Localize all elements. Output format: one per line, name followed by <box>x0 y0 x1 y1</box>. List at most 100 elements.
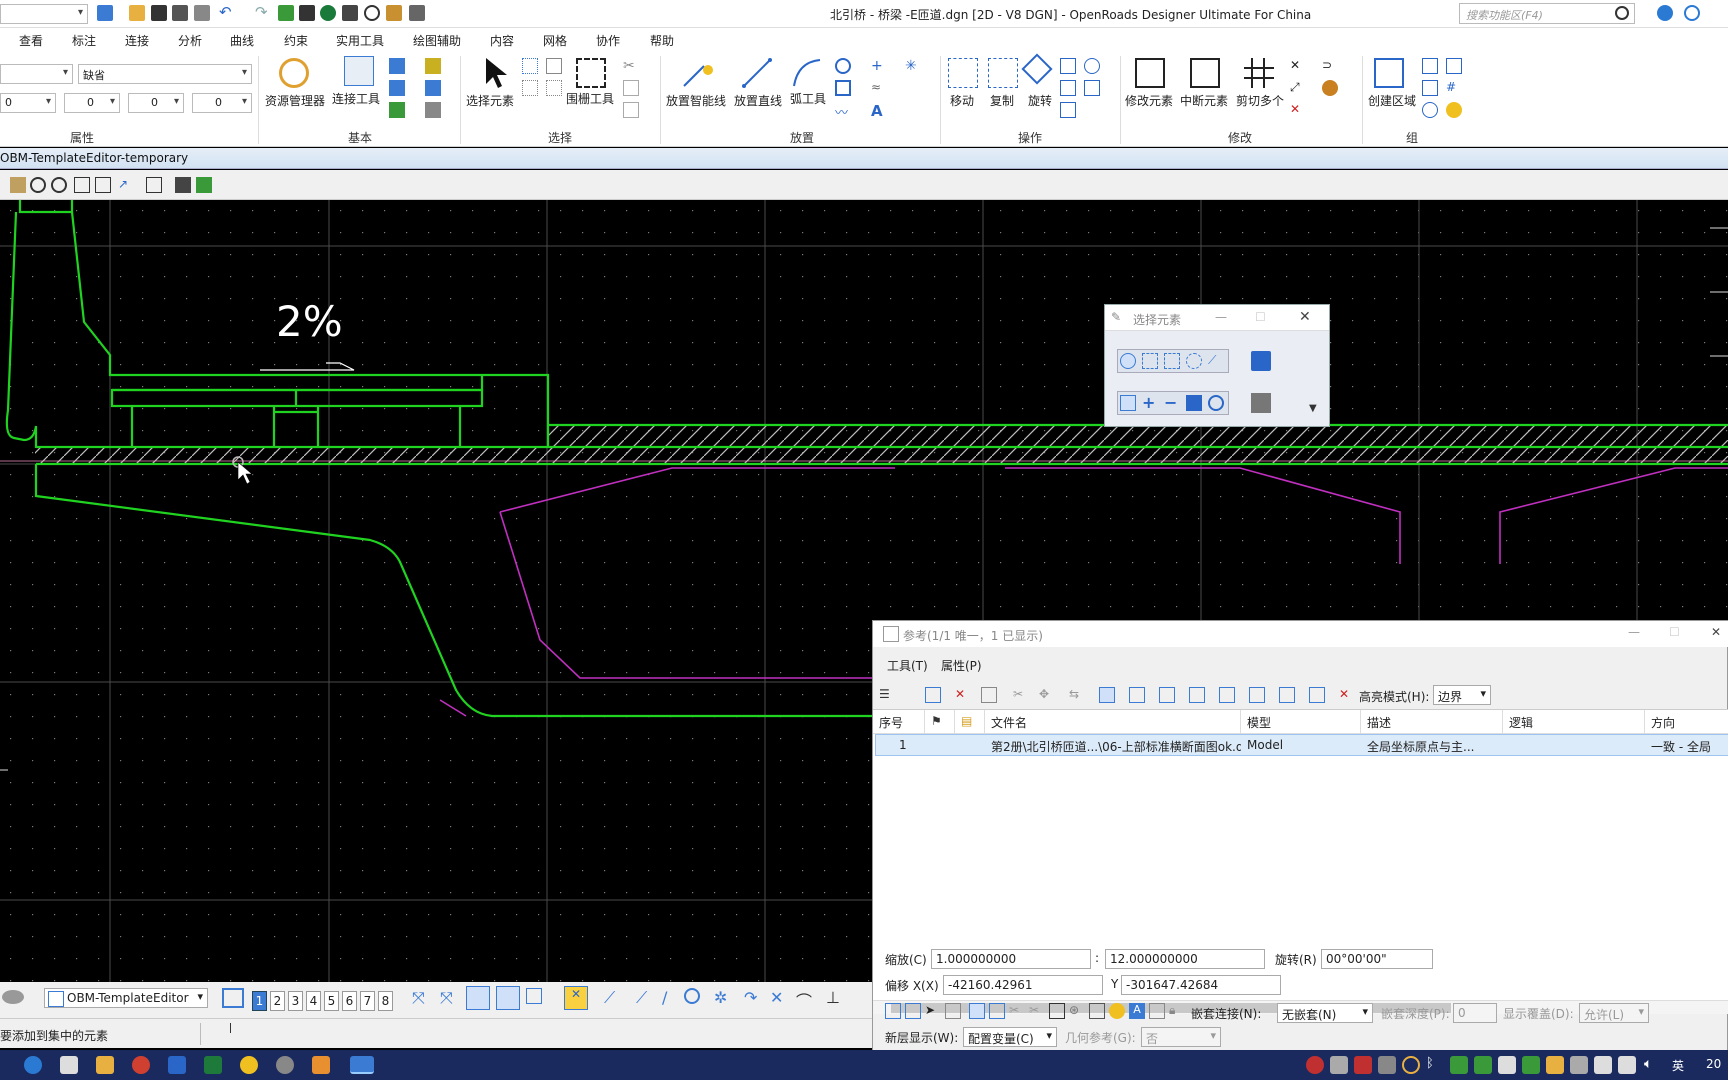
array-icon[interactable] <box>1084 58 1100 74</box>
menu-properties[interactable]: 属性(P) <box>941 657 982 674</box>
select-individual-icon[interactable] <box>1120 353 1136 369</box>
tray-app-icon[interactable] <box>1618 1056 1636 1074</box>
copy-icon[interactable] <box>988 58 1018 88</box>
multiline-icon[interactable]: ≈ <box>871 80 887 96</box>
view-groups-icon[interactable] <box>222 988 244 1008</box>
rotate-reference-icon[interactable] <box>1129 687 1145 703</box>
linestyle-combo[interactable]: 0 <box>192 93 252 113</box>
midpoint-snap-icon[interactable] <box>496 986 520 1010</box>
ime-indicator[interactable]: 英 <box>1672 1057 1684 1074</box>
delete-clip-icon[interactable]: ✕ <box>1339 687 1355 703</box>
view-button-8[interactable]: 8 <box>378 991 393 1011</box>
scale-ref-input[interactable]: 12.000000000 <box>1105 949 1265 969</box>
minimize-icon[interactable]: — <box>1215 310 1231 326</box>
ie-icon[interactable] <box>240 1056 258 1074</box>
apparent-intersection-snap-icon[interactable]: ⊥ <box>826 988 842 1007</box>
level-display-toggle-icon[interactable] <box>1049 1003 1065 1019</box>
list-view-icon[interactable]: ☰ <box>879 687 895 703</box>
close-icon[interactable]: ✕ <box>1299 309 1315 325</box>
chamfer-icon[interactable] <box>1322 80 1338 96</box>
clear-selection-icon[interactable] <box>1251 351 1271 371</box>
explorer-button[interactable]: 资源管理器 <box>265 92 325 109</box>
padlock-icon[interactable]: 🔒︎ <box>1169 1003 1185 1019</box>
lock-select-icon[interactable] <box>546 58 562 74</box>
polyline-icon[interactable]: 〰 <box>835 102 851 121</box>
tab-view[interactable]: 查看 <box>19 32 43 49</box>
view-rotate-icon[interactable] <box>196 177 212 193</box>
chrome-icon[interactable] <box>132 1056 150 1074</box>
move-button[interactable]: 移动 <box>950 92 974 109</box>
attach-tools-icon[interactable] <box>344 56 374 86</box>
arc-tool-icon[interactable] <box>790 56 826 90</box>
print-toggle-icon[interactable] <box>1089 1003 1105 1019</box>
bulb-icon[interactable] <box>1446 102 1462 118</box>
paste-icon[interactable] <box>623 102 639 118</box>
tray-app-icon[interactable] <box>1378 1056 1396 1074</box>
file-explorer-icon[interactable] <box>96 1056 114 1074</box>
search-icon[interactable] <box>1615 6 1629 20</box>
stretch-icon[interactable] <box>1084 80 1100 96</box>
copy-clipboard-icon[interactable] <box>623 80 639 96</box>
scale-icon[interactable] <box>1060 58 1076 74</box>
notifications-icon[interactable] <box>1657 5 1673 21</box>
raster-display-icon[interactable]: ✂ <box>1009 1003 1025 1019</box>
mode-new-icon[interactable] <box>1120 395 1136 411</box>
true-scale-icon[interactable] <box>989 1003 1005 1019</box>
display-toggle-icon[interactable] <box>885 1003 901 1019</box>
fillet-icon[interactable]: ⊃ <box>1322 58 1338 74</box>
model-icon[interactable] <box>389 102 405 118</box>
bisector-snap-icon[interactable]: ↷ <box>744 988 760 1007</box>
view-button-7[interactable]: 7 <box>360 991 375 1011</box>
mode-add-icon[interactable]: + <box>1142 393 1158 412</box>
move-icon[interactable] <box>948 58 978 88</box>
column-header-index[interactable]: 序号 <box>873 710 925 734</box>
tray-app-icon[interactable] <box>1306 1056 1324 1074</box>
fence-tool-button[interactable]: 围栅工具 <box>566 90 614 107</box>
mode-invert-icon[interactable] <box>1186 395 1202 411</box>
arc-tool-button[interactable]: 弧工具 <box>790 90 826 107</box>
modify-element-button[interactable]: 修改元素 <box>1125 92 1173 109</box>
mirror-icon[interactable] <box>1060 80 1076 96</box>
select-block-icon[interactable] <box>1142 353 1158 369</box>
maximize-icon[interactable]: ☐ <box>1255 310 1271 326</box>
view-button-1[interactable]: 1 <box>252 991 267 1011</box>
column-header-flag[interactable]: ⚑ <box>925 710 955 734</box>
cell-icon[interactable]: ✳ <box>905 58 921 74</box>
expand-dialog-icon[interactable]: ▼ <box>1309 403 1325 419</box>
mode-clear-icon[interactable] <box>1208 395 1224 411</box>
invert-selection-icon[interactable] <box>546 80 562 96</box>
clip-mask-icon[interactable] <box>1249 687 1265 703</box>
origin-snap-icon[interactable]: ✲ <box>714 988 730 1007</box>
point-icon[interactable]: + <box>871 58 887 74</box>
close-icon[interactable]: ✕ <box>1711 625 1727 641</box>
tangent-snap-icon[interactable]: ⟋ <box>604 988 620 1007</box>
delete-icon[interactable]: ✕ <box>1290 102 1306 118</box>
pin-icon[interactable] <box>278 5 294 21</box>
parallel-snap-icon[interactable]: / <box>662 988 678 1007</box>
edge-browser-icon[interactable] <box>24 1056 42 1074</box>
lock-toggle-icon[interactable] <box>945 1003 961 1019</box>
clock[interactable]: 20 <box>1706 1057 1721 1071</box>
view-button-6[interactable]: 6 <box>342 991 357 1011</box>
tray-app-icon[interactable] <box>1522 1056 1540 1074</box>
select-element-button[interactable]: 选择元素 <box>466 92 514 109</box>
compress-icon[interactable] <box>194 5 210 21</box>
detach-reference-icon[interactable]: ✕ <box>955 687 971 703</box>
smart-line-icon[interactable] <box>680 56 720 90</box>
modify-element-icon[interactable] <box>1135 58 1165 88</box>
break-element-icon[interactable] <box>1190 58 1220 88</box>
help-circle-icon[interactable] <box>364 5 380 21</box>
rotate-button[interactable]: 旋转 <box>1028 92 1052 109</box>
revit-icon[interactable] <box>168 1056 186 1074</box>
tab-help[interactable]: 帮助 <box>650 32 674 49</box>
view-toggle-icon[interactable] <box>97 5 113 21</box>
annotation-toggle-icon[interactable]: A <box>1129 1003 1145 1019</box>
attach-tools-button[interactable]: 连接工具 <box>332 90 380 107</box>
tray-app-icon[interactable] <box>1330 1056 1348 1074</box>
select-all-icon[interactable] <box>522 80 538 96</box>
copy-reference-icon[interactable]: ⇆ <box>1069 687 1085 703</box>
select-shape-icon[interactable] <box>1164 353 1180 369</box>
accudraw-icon[interactable] <box>2 990 24 1004</box>
column-header-model[interactable]: 模型 <box>1241 710 1361 734</box>
fence-tool-icon[interactable] <box>576 58 606 88</box>
